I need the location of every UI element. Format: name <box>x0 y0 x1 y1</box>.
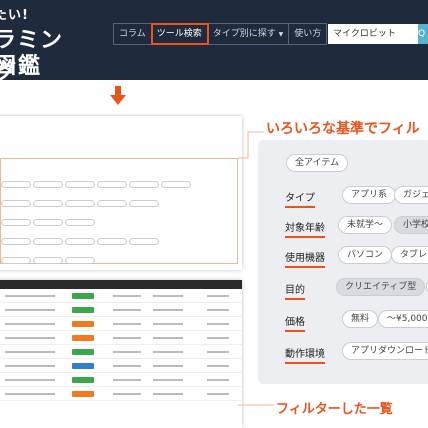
type-tag <box>72 307 94 313</box>
filter-thumb-chips <box>0 180 235 275</box>
filter-row: タイプ アプリ系 ガジェ <box>258 184 428 210</box>
filter-chip[interactable]: 〜¥5,000 <box>378 310 428 328</box>
arrow-down-icon <box>110 86 126 105</box>
logo-line1: たい! <box>0 8 29 23</box>
cell-text <box>207 351 229 353</box>
filter-row-label: 動作環境 <box>285 345 325 364</box>
cell-text <box>113 365 141 367</box>
filter-row: 価格 無料 〜¥5,000 <box>258 308 428 334</box>
table-row[interactable] <box>0 359 242 373</box>
filter-chip[interactable]: 未就学〜 <box>338 216 393 234</box>
cell-text <box>207 337 229 339</box>
type-tag <box>72 349 94 355</box>
filter-row-label: 使用機器 <box>285 249 325 268</box>
cell-text <box>113 295 141 297</box>
nav-how-to-use[interactable]: 使い方 <box>289 24 326 44</box>
filter-chip[interactable]: 小学校 <box>394 216 428 234</box>
table-row[interactable] <box>0 289 242 303</box>
filter-chip[interactable]: パソコン <box>338 246 393 264</box>
cell-text <box>153 323 183 325</box>
filter-row: 使用機器 パソコン タブレ <box>258 244 428 270</box>
cell-text <box>153 309 183 311</box>
filter-chip[interactable]: クリエイティブ型 <box>336 278 426 296</box>
list-connector <box>238 404 274 406</box>
filter-panel: 全アイテム タイプ アプリ系 ガジェ 対象年齢 未就学〜 小学校 使用機器 パソコン タブレ 目的… <box>258 140 428 384</box>
site-logo[interactable]: たい! ラミング 図鑑 <box>0 2 84 85</box>
cell-text <box>113 337 141 339</box>
cell-text <box>5 295 55 297</box>
type-tag <box>72 363 94 369</box>
table-header <box>0 280 242 289</box>
cell-text <box>207 323 229 325</box>
filter-chip[interactable]: ガジェ <box>394 186 428 204</box>
cell-text <box>5 365 55 367</box>
cell-text <box>153 393 183 395</box>
table-row[interactable] <box>0 317 242 331</box>
filter-row: 目的クリエイティブ型ロ <box>258 276 428 302</box>
cell-text <box>5 351 55 353</box>
page: たい! ラミング 図鑑 コラム ツール検索 タイプ別に探す ▼ 使い方 マイクロ… <box>0 0 428 428</box>
filter-row-label: 目的 <box>285 281 305 300</box>
nav-browse-label: タイプ別に探す <box>212 29 276 39</box>
table-row[interactable] <box>0 345 242 359</box>
filter-row-label: 対象年齢 <box>285 219 325 238</box>
cell-text <box>153 351 183 353</box>
table-row[interactable] <box>0 303 242 317</box>
filter-row: 動作環境 アプリダウンロード <box>258 340 428 366</box>
type-tag <box>72 293 94 299</box>
search-icon: Q <box>418 29 426 39</box>
cell-text <box>207 393 229 395</box>
results-screenshot <box>0 280 242 428</box>
cell-text <box>5 337 55 339</box>
cell-text <box>113 351 141 353</box>
filter-annotation: いろいろな基準でフィル <box>266 121 420 137</box>
type-tag <box>72 321 94 327</box>
cell-text <box>5 309 55 311</box>
cell-text <box>153 295 183 297</box>
site-header: たい! ラミング 図鑑 コラム ツール検索 タイプ別に探す ▼ 使い方 マイクロ… <box>0 0 428 85</box>
cell-text <box>153 379 183 381</box>
cell-text <box>113 393 141 395</box>
type-tag <box>72 391 94 397</box>
nav-tool-search[interactable]: ツール検索 <box>150 23 209 45</box>
filter-chip[interactable]: 無料 <box>342 310 379 328</box>
cell-text <box>113 309 141 311</box>
table-row[interactable] <box>0 387 242 401</box>
logo-line3: 図鑑 <box>0 54 43 79</box>
table-row[interactable] <box>0 373 242 387</box>
table-rows <box>0 289 242 401</box>
cell-text <box>207 295 229 297</box>
filter-chip[interactable]: アプリダウンロード <box>342 342 428 360</box>
nav-browse-by-type[interactable]: タイプ別に探す ▼ <box>208 24 290 44</box>
chevron-down-icon: ▼ <box>278 31 284 38</box>
table-row[interactable] <box>0 331 242 345</box>
search-button[interactable]: Q <box>418 24 428 44</box>
cell-text <box>207 309 229 311</box>
filter-row-label: タイプ <box>285 189 315 208</box>
cell-text <box>113 379 141 381</box>
type-tag <box>72 335 94 341</box>
cell-text <box>207 365 229 367</box>
filter-row: 対象年齢 未就学〜 小学校 <box>258 214 428 240</box>
filter-chip[interactable]: アプリ系 <box>342 186 397 204</box>
cell-text <box>113 323 141 325</box>
search-input[interactable]: マイクロビット <box>328 24 418 44</box>
cell-text <box>5 323 55 325</box>
main-nav: コラム ツール検索 タイプ別に探す ▼ 使い方 <box>113 23 328 45</box>
filter-row-label: 価格 <box>285 313 305 332</box>
cell-text <box>5 393 55 395</box>
all-items-chip[interactable]: 全アイテム <box>286 154 349 172</box>
type-tag <box>72 377 94 383</box>
list-annotation: フィルターした一覧 <box>276 402 393 417</box>
cell-text <box>5 379 55 381</box>
cell-text <box>153 365 183 367</box>
nav-column[interactable]: コラム <box>114 24 152 44</box>
filter-chip[interactable]: タブレ <box>391 246 428 264</box>
cell-text <box>207 379 229 381</box>
cell-text <box>153 337 183 339</box>
